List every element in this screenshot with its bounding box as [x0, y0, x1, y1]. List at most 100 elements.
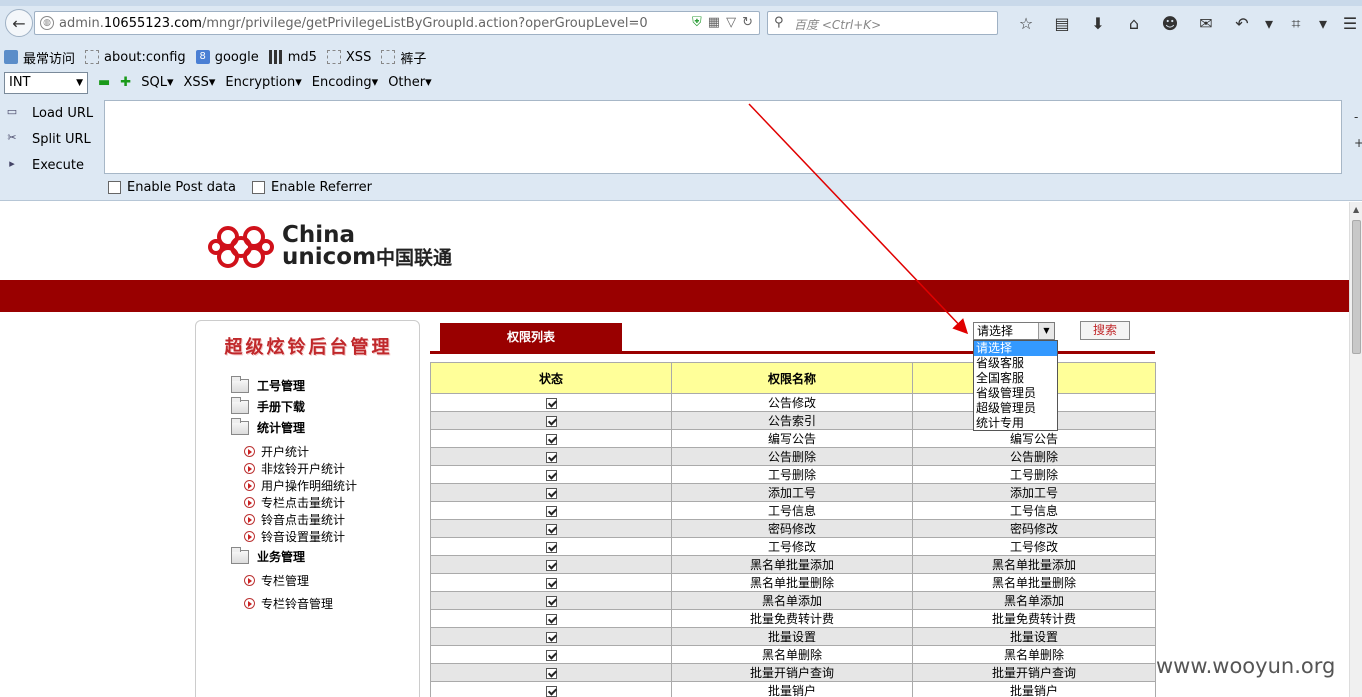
- bookmark-xss[interactable]: XSS: [326, 50, 371, 65]
- privilege-checkbox[interactable]: [545, 397, 557, 409]
- chat-icon[interactable]: ☻: [1152, 14, 1188, 34]
- search-bar[interactable]: ⚲ 百度 <Ctrl+K>: [767, 11, 998, 35]
- group-level-dropdown: 请选择 省级客服 全国客服 省级管理员 超级管理员 统计专用: [973, 340, 1058, 431]
- privilege-checkbox[interactable]: [545, 595, 557, 607]
- sidebar-item-stat[interactable]: 铃音点击量统计: [244, 511, 345, 528]
- minus-icon[interactable]: ▬: [98, 75, 110, 90]
- privilege-checkbox[interactable]: [545, 433, 557, 445]
- menu-icon[interactable]: ☰: [1332, 14, 1362, 34]
- sidebar-item-stat[interactable]: 开户统计: [244, 443, 309, 460]
- privilege-name-cell: 黑名单删除: [671, 645, 913, 664]
- search-button[interactable]: 搜索: [1080, 321, 1130, 340]
- privilege-name-cell: 批量免费转计费: [671, 609, 913, 628]
- dropdown-option[interactable]: 省级客服: [974, 356, 1057, 371]
- sidebar-item-column[interactable]: 专栏管理: [244, 572, 309, 589]
- type-select[interactable]: INT ▼: [4, 72, 88, 94]
- load-url-button[interactable]: ▭ Load URL: [0, 100, 104, 126]
- sidebar-group-account[interactable]: 工号管理: [231, 375, 305, 394]
- privilege-desc-cell: 添加工号: [912, 483, 1156, 502]
- chevron-down-icon[interactable]: ▾: [1260, 14, 1278, 34]
- privilege-checkbox[interactable]: [545, 631, 557, 643]
- bookmark-google[interactable]: 8 google: [195, 50, 259, 65]
- url-bar-icons: ⛨ ▦ ▽ ↻: [692, 15, 753, 30]
- table-row: 编写公告 编写公告: [430, 429, 1156, 448]
- checkbox[interactable]: [108, 181, 121, 194]
- scroll-up-icon[interactable]: ▲: [1353, 205, 1359, 214]
- sidebar-item-column-ringtone[interactable]: 专栏铃音管理: [244, 595, 333, 612]
- dropdown-icon[interactable]: ▽: [726, 15, 736, 30]
- plus-icon[interactable]: ✚: [120, 75, 131, 90]
- shrink-icon[interactable]: -: [1354, 104, 1362, 130]
- chevron-down-icon[interactable]: ▼: [1038, 323, 1054, 339]
- bookmark-most-visited[interactable]: 最常访问: [4, 48, 75, 67]
- hackbar-url-textarea[interactable]: [104, 100, 1342, 174]
- status-cell: [430, 645, 672, 664]
- dropdown-option[interactable]: 统计专用: [974, 416, 1057, 431]
- privilege-checkbox[interactable]: [545, 451, 557, 463]
- speech-bubble-icon[interactable]: ✉: [1188, 14, 1224, 34]
- privilege-checkbox[interactable]: [545, 685, 557, 697]
- menu-sql[interactable]: SQL▾: [141, 75, 173, 90]
- scrollbar-thumb[interactable]: [1352, 220, 1361, 354]
- privilege-desc-cell: 密码修改: [912, 519, 1156, 538]
- privilege-checkbox[interactable]: [545, 505, 557, 517]
- group-level-select[interactable]: 请选择 ▼: [973, 322, 1055, 340]
- sidebar-item-stat[interactable]: 用户操作明细统计: [244, 477, 357, 494]
- reading-list-icon[interactable]: ▤: [1044, 14, 1080, 34]
- enable-post-checkbox[interactable]: Enable Post data: [108, 180, 236, 195]
- home-icon[interactable]: ⌂: [1116, 14, 1152, 34]
- privilege-checkbox[interactable]: [545, 541, 557, 553]
- table-row: 工号修改 工号修改: [430, 537, 1156, 556]
- dropdown-option[interactable]: 省级管理员: [974, 386, 1057, 401]
- crop-icon[interactable]: ⌗: [1278, 14, 1314, 34]
- sidebar-item-stat[interactable]: 非炫铃开户统计: [244, 460, 345, 477]
- sidebar-item-stat[interactable]: 专栏点击量统计: [244, 494, 345, 511]
- privilege-checkbox[interactable]: [545, 559, 557, 571]
- menu-encoding[interactable]: Encoding▾: [312, 75, 378, 90]
- reload-icon[interactable]: ↻: [742, 15, 753, 30]
- split-url-button[interactable]: ✂ Split URL: [0, 126, 104, 152]
- qr-code-icon[interactable]: ▦: [708, 15, 720, 30]
- privilege-checkbox[interactable]: [545, 613, 557, 625]
- bookmark-md5[interactable]: md5: [268, 50, 317, 65]
- execute-button[interactable]: ▸ Execute: [0, 152, 104, 178]
- menu-xss[interactable]: XSS▾: [183, 75, 215, 90]
- bookmark-kuzi[interactable]: 裤子: [381, 48, 426, 67]
- status-cell: [430, 555, 672, 574]
- url-bar[interactable]: ◍ admin.10655123.com/mngr/privilege/getP…: [34, 11, 760, 35]
- privilege-desc-cell: 批量设置: [912, 627, 1156, 646]
- privilege-checkbox[interactable]: [545, 487, 557, 499]
- privilege-checkbox[interactable]: [545, 667, 557, 679]
- privilege-checkbox[interactable]: [545, 649, 557, 661]
- chevron-down-icon[interactable]: ▾: [1314, 14, 1332, 34]
- dropdown-option[interactable]: 超级管理员: [974, 401, 1057, 416]
- status-cell: [430, 663, 672, 682]
- sidebar-group-manual[interactable]: 手册下载: [231, 396, 305, 415]
- privilege-checkbox[interactable]: [545, 469, 557, 481]
- privilege-checkbox[interactable]: [545, 523, 557, 535]
- bookmark-star-icon[interactable]: ☆: [1008, 14, 1044, 34]
- shield-icon[interactable]: ⛨: [692, 15, 702, 30]
- tab-privilege-list[interactable]: 权限列表: [440, 323, 622, 351]
- undo-icon[interactable]: ↶: [1224, 14, 1260, 34]
- sidebar-item-stat[interactable]: 铃音设置量统计: [244, 528, 345, 545]
- vertical-scrollbar[interactable]: ▲: [1349, 202, 1362, 697]
- enable-referrer-checkbox[interactable]: Enable Referrer: [252, 180, 372, 195]
- expand-icon[interactable]: +: [1354, 130, 1362, 156]
- privilege-checkbox[interactable]: [545, 415, 557, 427]
- back-button[interactable]: ←: [5, 9, 33, 37]
- dropdown-option[interactable]: 请选择: [974, 341, 1057, 356]
- menu-other[interactable]: Other▾: [388, 75, 431, 90]
- privilege-checkbox[interactable]: [545, 577, 557, 589]
- sidebar-group-stats[interactable]: 统计管理: [231, 417, 305, 436]
- sidebar-group-business[interactable]: 业务管理: [231, 546, 305, 565]
- download-icon[interactable]: ⬇: [1080, 14, 1116, 34]
- dropdown-option[interactable]: 全国客服: [974, 371, 1057, 386]
- url-text: admin.10655123.com/mngr/privilege/getPri…: [59, 16, 648, 31]
- status-cell: [430, 483, 672, 502]
- checkbox[interactable]: [252, 181, 266, 194]
- status-cell: [430, 519, 672, 538]
- search-icon: ⚲: [774, 15, 784, 30]
- menu-encryption[interactable]: Encryption▾: [225, 75, 301, 90]
- bookmark-about-config[interactable]: about:config: [85, 50, 186, 65]
